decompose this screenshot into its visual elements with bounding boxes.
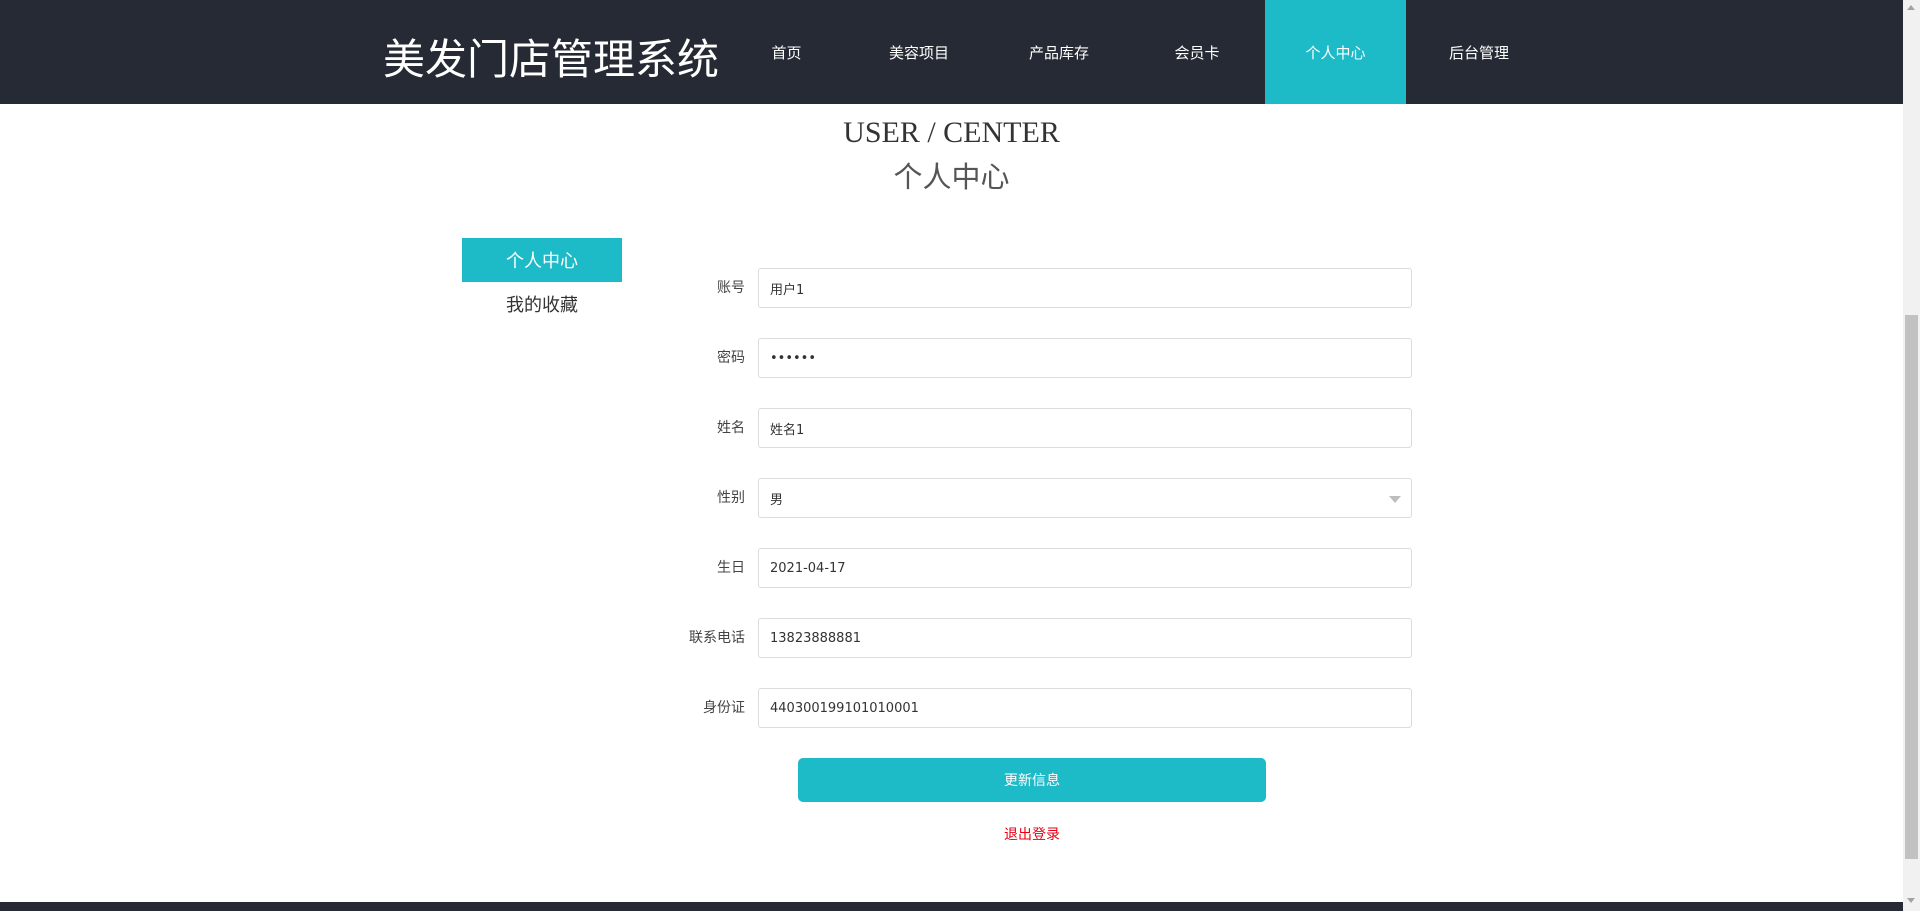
site-brand[interactable]: 美发门店管理系统 xyxy=(383,26,719,87)
nav-user-center[interactable]: 个人中心 xyxy=(1265,0,1406,104)
nav-admin[interactable]: 后台管理 xyxy=(1406,0,1552,104)
scroll-down-icon[interactable] xyxy=(1907,898,1915,903)
phone-input[interactable] xyxy=(758,618,1412,658)
idcard-label: 身份证 xyxy=(703,700,745,716)
sidebar-item-favorites[interactable]: 我的收藏 xyxy=(462,288,622,320)
logout-link[interactable]: 退出登录 xyxy=(798,824,1266,844)
birthday-input[interactable] xyxy=(758,548,1412,588)
page-scrollbar[interactable] xyxy=(1903,0,1920,911)
account-label: 账号 xyxy=(717,280,745,296)
scroll-up-icon[interactable] xyxy=(1907,5,1915,10)
footer-strip xyxy=(0,902,1903,911)
nav-home[interactable]: 首页 xyxy=(724,0,849,104)
password-input[interactable] xyxy=(758,338,1412,378)
sidebar-item-user-center[interactable]: 个人中心 xyxy=(462,238,622,282)
top-navbar: 美发门店管理系统 首页 美容项目 产品库存 会员卡 个人中心 后台管理 xyxy=(0,0,1903,104)
name-label: 姓名 xyxy=(717,420,745,436)
nav-membership-card[interactable]: 会员卡 xyxy=(1129,0,1265,104)
birthday-label: 生日 xyxy=(717,560,745,576)
nav-product-inventory[interactable]: 产品库存 xyxy=(989,0,1129,104)
gender-selected-value: 男 xyxy=(770,492,784,508)
page-title-cn: 个人中心 xyxy=(893,160,1010,194)
update-info-button[interactable]: 更新信息 xyxy=(798,758,1266,802)
chevron-down-icon xyxy=(1389,496,1401,503)
phone-label: 联系电话 xyxy=(689,630,745,646)
password-label: 密码 xyxy=(717,350,745,366)
account-input[interactable] xyxy=(758,268,1412,308)
page-title-en: USER / CENTER xyxy=(843,116,1060,149)
gender-label: 性别 xyxy=(717,490,745,506)
name-input[interactable] xyxy=(758,408,1412,448)
idcard-input[interactable] xyxy=(758,688,1412,728)
scroll-thumb[interactable] xyxy=(1905,315,1918,859)
nav-beauty-projects[interactable]: 美容项目 xyxy=(849,0,989,104)
main-nav: 首页 美容项目 产品库存 会员卡 个人中心 后台管理 xyxy=(724,0,1552,104)
gender-select[interactable]: 男 xyxy=(758,478,1412,518)
